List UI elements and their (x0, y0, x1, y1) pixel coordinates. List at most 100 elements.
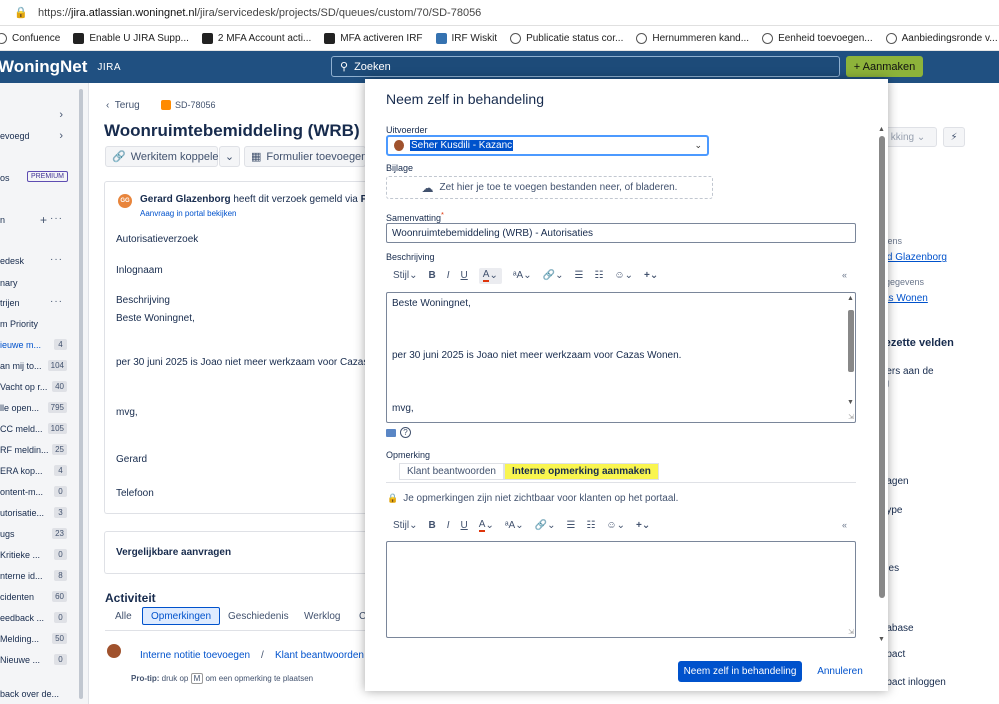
sidebar-item[interactable]: trijen ··· (0, 296, 88, 312)
link-button[interactable]: 🔗 ⌄ (543, 270, 564, 281)
collapse-toolbar-icon[interactable]: « (842, 270, 847, 280)
search-input[interactable]: ⚲ Zoeken (331, 56, 840, 77)
requester-avatar[interactable]: GG (118, 194, 132, 208)
issue-key-breadcrumb[interactable]: SD-78056 (161, 100, 216, 110)
scroll-thumb[interactable] (848, 310, 854, 372)
sidebar-item[interactable]: os PREMIUM (0, 171, 88, 187)
add-internal-note-link[interactable]: Interne notitie toevoegen (140, 650, 250, 661)
sidebar-item[interactable]: › (0, 108, 88, 124)
sidebar-item[interactable]: an mij to... 104 (0, 359, 88, 375)
sidebar-item[interactable]: m Priority (0, 317, 88, 333)
tab-history[interactable]: Geschiedenis (220, 607, 297, 625)
assignee-select[interactable]: Seher Kusdili - Kazanc ⌄ (386, 135, 709, 156)
underline-button[interactable]: U (461, 270, 468, 281)
sidebar-item[interactable]: eedback ... 0 (0, 611, 88, 627)
reply-customer-link[interactable]: Klant beantwoorden (275, 650, 364, 661)
bold-button[interactable]: B (429, 270, 436, 281)
numbered-list-button[interactable]: ☷ (594, 270, 603, 281)
sidebar-item[interactable]: ERA kop... 4 (0, 464, 88, 480)
sidebar-item[interactable]: Kritieke ... 0 (0, 548, 88, 564)
bookmark-item[interactable]: Enable U JIRA Supp... (73, 32, 189, 44)
italic-button[interactable]: I (447, 270, 450, 281)
style-dropdown[interactable]: Stijl ⌄ (393, 520, 418, 531)
cancel-button[interactable]: Annuleren (814, 661, 866, 682)
connection-lock-icon[interactable]: 🔒 (14, 7, 28, 19)
scroll-thumb[interactable] (879, 136, 885, 598)
chevron-right-icon[interactable]: › (59, 109, 63, 121)
bookmark-item[interactable]: Hernummeren kand... (636, 32, 749, 44)
sidebar-item[interactable]: cidenten 60 (0, 590, 88, 606)
emoji-button[interactable]: ☺ ⌄ (614, 270, 633, 281)
browser-address-bar[interactable]: 🔒 https://jira.atlassian.woningnet.nl/ji… (0, 0, 999, 26)
link-work-item-button[interactable]: 🔗 Werkitem koppelen (105, 146, 225, 167)
detail-field[interactable]: ard Glazenborg (878, 252, 947, 263)
tab-worklog[interactable]: Werklog (296, 607, 349, 625)
insert-button[interactable]: + ⌄ (644, 270, 658, 281)
bookmark-item[interactable]: Eenheid toevoegen... (762, 32, 873, 44)
attachment-dropzone[interactable]: ☁ Zet hier je toe te voegen bestanden ne… (386, 176, 713, 199)
resize-handle-icon[interactable]: ⇲ (848, 413, 854, 421)
link-button[interactable]: 🔗 ⌄ (535, 520, 556, 531)
similar-requests-panel[interactable]: Vergelijkbare aanvragen (104, 531, 366, 574)
bold-button[interactable]: B (429, 520, 436, 531)
sidebar-item[interactable]: RF meldin... 25 (0, 443, 88, 459)
more-options-icon[interactable]: ··· (50, 296, 63, 307)
italic-button[interactable]: I (447, 520, 450, 531)
scroll-down-icon[interactable]: ▼ (878, 636, 885, 643)
portal-view-link[interactable]: Aanvraag in portal bekijken (140, 209, 237, 218)
more-options-icon[interactable]: ··· (50, 213, 63, 224)
sidebar-item[interactable]: Melding... 50 (0, 632, 88, 648)
sidebar-item[interactable]: nterne id... 8 (0, 569, 88, 585)
sidebar-item[interactable]: Nieuwe ... 0 (0, 653, 88, 669)
scroll-up-icon[interactable]: ▲ (878, 126, 885, 133)
sidebar-item[interactable]: evoegd › (0, 129, 88, 145)
dialog-scrollbar[interactable]: ▲ ▼ (878, 126, 885, 646)
sidebar-item[interactable]: utorisatie... 3 (0, 506, 88, 522)
bookmark-item[interactable]: IRF Wiskit (435, 32, 497, 44)
more-options-icon[interactable]: ··· (50, 254, 63, 265)
sidebar-item[interactable]: n + ··· (0, 213, 88, 229)
text-color-button[interactable]: A ⌄ (478, 267, 502, 284)
sidebar-item[interactable]: lle open... 795 (0, 401, 88, 417)
summary-input[interactable]: Woonruimtebemiddeling (WRB) - Autorisati… (386, 223, 856, 243)
tab-all[interactable]: Alle (107, 607, 140, 625)
sidebar-item[interactable]: back over de... (0, 687, 88, 703)
back-link[interactable]: ‹ Terug (106, 100, 140, 111)
woningnet-logo[interactable]: WoningNet (0, 57, 87, 77)
scroll-up-icon[interactable]: ▲ (847, 295, 854, 302)
bookmark-item[interactable]: Aanbiedingsronde v... (885, 32, 998, 44)
add-form-button[interactable]: ▦ Formulier toevoegen (244, 146, 367, 167)
more-formatting-button[interactable]: ᵃA ⌄ (505, 520, 524, 531)
tab-comments[interactable]: Opmerkingen (142, 607, 221, 625)
sidebar-item[interactable]: Vacht op r... 40 (0, 380, 88, 396)
assign-to-me-button[interactable]: Neem zelf in behandeling (678, 661, 802, 682)
help-icon[interactable]: ? (400, 427, 411, 438)
collapse-toolbar-icon[interactable]: « (842, 520, 847, 530)
url-text[interactable]: https://jira.atlassian.woningnet.nl/jira… (38, 7, 481, 19)
sidebar-item[interactable]: CC meld... 105 (0, 422, 88, 438)
tab-reply-customer[interactable]: Klant beantwoorden (399, 463, 504, 480)
description-editor[interactable]: Beste Woningnet, per 30 juni 2025 is Joa… (386, 292, 856, 423)
create-button[interactable]: + Aanmaken (846, 56, 923, 77)
add-icon[interactable]: + (40, 213, 47, 227)
more-actions-dropdown[interactable]: ⌄ (219, 146, 240, 167)
bookmark-item[interactable]: Publicatie status cor... (510, 32, 623, 44)
bullet-list-button[interactable]: ☰ (574, 270, 583, 281)
resize-handle-icon[interactable]: ⇲ (848, 628, 854, 636)
editor-scrollbar[interactable]: ▲ ▼ (847, 295, 854, 409)
scroll-down-icon[interactable]: ▼ (847, 399, 854, 406)
requester-name[interactable]: Gerard Glazenborg (140, 194, 231, 205)
sidebar-item[interactable]: ieuwe m... 4 (0, 338, 88, 354)
comment-editor[interactable]: ⇲ (386, 541, 856, 638)
sidebar-item[interactable]: ontent-m... 0 (0, 485, 88, 501)
bullet-list-button[interactable]: ☰ (566, 520, 575, 531)
markdown-icon[interactable] (386, 428, 396, 437)
style-dropdown[interactable]: Stijl ⌄ (393, 270, 418, 281)
insert-button[interactable]: + ⌄ (636, 520, 650, 531)
more-formatting-button[interactable]: ᵃA ⌄ (513, 270, 532, 281)
underline-button[interactable]: U (461, 520, 468, 531)
sidebar-item[interactable]: ugs 23 (0, 527, 88, 543)
bookmark-item[interactable]: MFA activeren IRF (324, 32, 423, 44)
automation-button[interactable]: ⚡ (943, 127, 965, 147)
issue-title[interactable]: Woonruimtebemiddeling (WRB) - Au (104, 121, 397, 141)
